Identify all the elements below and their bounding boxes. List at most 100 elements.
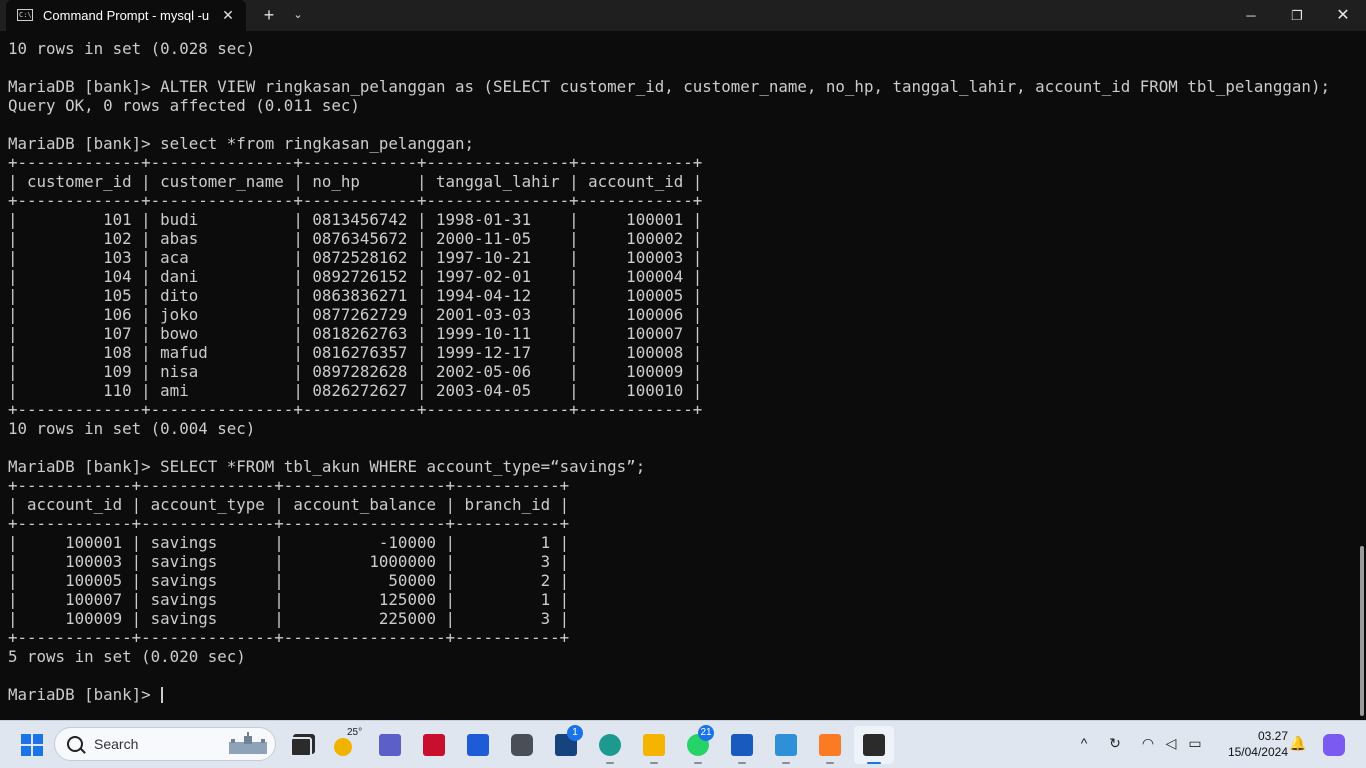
terminal-line: | 100001 | savings | -10000 | 1 |: [8, 533, 570, 552]
tab-title: Command Prompt - mysql -u: [43, 8, 210, 23]
show-hidden-icons-chevron-icon[interactable]: ^: [1075, 734, 1093, 752]
taskbar-app-teams[interactable]: [370, 726, 410, 764]
close-window-button[interactable]: ✕: [1320, 0, 1366, 31]
terminal-line: +-------------+---------------+---------…: [8, 153, 703, 172]
terminal-line: | 105 | dito | 0863836271 | 1994-04-12 |…: [8, 286, 703, 305]
windows-logo-icon: [21, 734, 43, 756]
terminal-line: +------------+--------------+-----------…: [8, 514, 570, 533]
search-label: Search: [94, 736, 139, 752]
search-highlight-building-icon: [229, 732, 267, 754]
taskbar: Search 25° 1 21 ^ ↻ ◠ ◁ ▭ 03.27 15/04/20…: [0, 720, 1366, 768]
taskbar-app-word[interactable]: [722, 726, 762, 764]
taskbar-app-terminal[interactable]: [854, 726, 894, 764]
taskbar-app-photos[interactable]: [766, 726, 806, 764]
terminal-prompt-line[interactable]: MariaDB [bank]>: [8, 685, 1330, 704]
scrollbar[interactable]: [1358, 31, 1366, 720]
terminal-text: 10 rows in set (0.028 sec) MariaDB [bank]…: [8, 39, 1330, 704]
clock[interactable]: 03.27 15/04/2024: [1214, 728, 1288, 760]
terminal-line: | 101 | budi | 0813456742 | 1998-01-31 |…: [8, 210, 703, 229]
terminal-line: | 103 | aca | 0872528162 | 1997-10-21 | …: [8, 248, 703, 267]
terminal-line: +------------+--------------+-----------…: [8, 476, 570, 495]
terminal-tab[interactable]: C:\ Command Prompt - mysql -u ✕: [6, 0, 246, 31]
terminal-line: +-------------+---------------+---------…: [8, 400, 703, 419]
taskbar-weather[interactable]: 25°: [326, 726, 366, 764]
terminal-line: | 102 | abas | 0876345672 | 2000-11-05 |…: [8, 229, 703, 248]
taskbar-app-file-explorer[interactable]: [634, 726, 674, 764]
prompt-text: MariaDB [bank]>: [8, 685, 161, 704]
terminal-line: | 100007 | savings | 125000 | 1 |: [8, 590, 570, 609]
taskbar-app-store[interactable]: [458, 726, 498, 764]
sync-icon[interactable]: ↻: [1106, 734, 1124, 752]
volume-icon[interactable]: ◁: [1162, 734, 1180, 752]
clock-time: 03.27: [1257, 729, 1288, 743]
terminal-line: MariaDB [bank]> SELECT *FROM tbl_akun WH…: [8, 457, 646, 476]
terminal-line: | 100003 | savings | 1000000 | 3 |: [8, 552, 570, 571]
battery-icon[interactable]: ▭: [1186, 734, 1204, 752]
taskbar-app-camera[interactable]: [502, 726, 542, 764]
taskbar-app-xampp[interactable]: [810, 726, 850, 764]
text-cursor: [161, 687, 164, 703]
maximize-button[interactable]: ❐: [1274, 0, 1320, 31]
search-icon: [67, 736, 83, 752]
photos-icon: [775, 734, 797, 756]
terminal-line: +-------------+---------------+---------…: [8, 191, 703, 210]
camera-icon: [511, 734, 533, 756]
terminal-line: 5 rows in set (0.020 sec): [8, 647, 246, 666]
copilot-icon: [1323, 734, 1345, 756]
running-indicator: [782, 762, 790, 764]
terminal-line: +------------+--------------+-----------…: [8, 628, 570, 647]
terminal-line: 10 rows in set (0.028 sec): [8, 39, 256, 58]
weather-temp: 25°: [347, 727, 363, 738]
terminal-line: | 110 | ami | 0826272627 | 2003-04-05 | …: [8, 381, 703, 400]
microsoft-store-icon: [467, 734, 489, 756]
folder-icon: [643, 734, 665, 756]
wifi-icon[interactable]: ◠: [1139, 734, 1157, 752]
title-bar: C:\ Command Prompt - mysql -u ✕ + ⌄ ─ ❐ …: [0, 0, 1366, 31]
running-indicator: [826, 762, 834, 764]
notification-bell-icon[interactable]: 🔔: [1289, 734, 1307, 752]
terminal-icon: [863, 734, 885, 756]
terminal-line: | customer_id | customer_name | no_hp | …: [8, 172, 703, 191]
terminal-line: Query OK, 0 rows affected (0.011 sec): [8, 96, 360, 115]
terminal-line: MariaDB [bank]> ALTER VIEW ringkasan_pel…: [8, 77, 1330, 96]
task-view-button[interactable]: [280, 726, 320, 764]
command-prompt-icon: C:\: [17, 9, 33, 21]
close-tab-icon[interactable]: ✕: [219, 5, 237, 25]
tab-dropdown-chevron-icon[interactable]: ⌄: [288, 5, 308, 25]
new-tab-button[interactable]: +: [258, 5, 280, 25]
start-button[interactable]: [12, 726, 52, 764]
weather-icon: [334, 738, 352, 756]
scrollbar-thumb[interactable]: [1360, 546, 1364, 716]
terminal-line: | account_id | account_type | account_ba…: [8, 495, 570, 514]
terminal-line: | 106 | joko | 0877262729 | 2001-03-03 |…: [8, 305, 703, 324]
edge-icon: [599, 734, 621, 756]
active-window-indicator: [867, 762, 881, 764]
task-view-icon: [290, 737, 312, 757]
terminal-output[interactable]: 10 rows in set (0.028 sec) MariaDB [bank]…: [0, 31, 1358, 720]
taskbar-app-mcafee[interactable]: [414, 726, 454, 764]
taskbar-app-whatsapp[interactable]: 21: [678, 725, 718, 764]
search-box[interactable]: Search: [54, 727, 276, 761]
terminal-line: | 108 | mafud | 0816276357 | 1999-12-17 …: [8, 343, 703, 362]
taskbar-app-edge[interactable]: [590, 726, 630, 764]
teams-icon: [379, 734, 401, 756]
copilot-button[interactable]: [1314, 726, 1354, 764]
running-indicator: [738, 762, 746, 764]
word-icon: [731, 734, 753, 756]
running-indicator: [694, 762, 702, 764]
terminal-line: MariaDB [bank]> select *from ringkasan_p…: [8, 134, 475, 153]
terminal-line: | 100005 | savings | 50000 | 2 |: [8, 571, 570, 590]
terminal-line: | 104 | dani | 0892726152 | 1997-02-01 |…: [8, 267, 703, 286]
l-app-badge: 1: [567, 725, 583, 741]
taskbar-app-l[interactable]: 1: [546, 725, 586, 764]
minimize-button[interactable]: ─: [1228, 0, 1274, 31]
mcafee-icon: [423, 734, 445, 756]
running-indicator: [650, 762, 658, 764]
terminal-line: | 100009 | savings | 225000 | 3 |: [8, 609, 570, 628]
terminal-line: | 107 | bowo | 0818262763 | 1999-10-11 |…: [8, 324, 703, 343]
clock-date: 15/04/2024: [1227, 745, 1288, 759]
